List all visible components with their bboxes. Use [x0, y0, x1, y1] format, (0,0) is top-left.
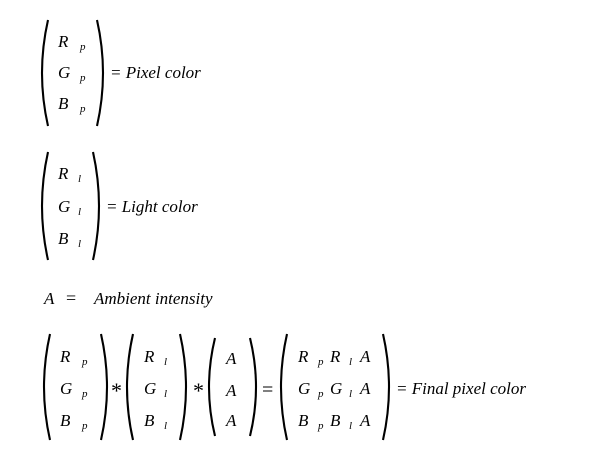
- pa-g: G: [60, 379, 73, 398]
- pb-g-sub: l: [164, 388, 168, 400]
- pa-r-sub: p: [82, 356, 88, 368]
- pa-r: R: [60, 347, 71, 366]
- pd-g-x: G: [298, 379, 311, 398]
- product-a-right-paren: [99, 333, 109, 441]
- product-b-right-paren: [178, 333, 188, 441]
- pb-b-sub: l: [164, 420, 168, 432]
- pd-r-x: R: [298, 347, 309, 366]
- pd-b-sub2: l: [349, 420, 353, 432]
- pd-r-y: R: [330, 347, 341, 366]
- product-a-left-paren: [42, 333, 52, 441]
- pc-a1: A: [226, 349, 237, 368]
- pc-a3: A: [226, 411, 237, 430]
- pd-r-sub1: p: [318, 356, 324, 368]
- product-equals: =: [262, 379, 274, 401]
- pd-g-sub1: p: [318, 388, 324, 400]
- pd-b-y: B: [330, 411, 341, 430]
- product-b-left-paren: [125, 333, 135, 441]
- pa-b: B: [60, 411, 71, 430]
- pb-g: G: [144, 379, 157, 398]
- pa-b-sub: p: [82, 420, 88, 432]
- pd-g-sub2: l: [349, 388, 353, 400]
- product-d-left-paren: [279, 333, 289, 441]
- pa-g-sub: p: [82, 388, 88, 400]
- product-c-left-paren: [207, 337, 217, 437]
- pd-g-y: G: [330, 379, 343, 398]
- product-c-right-paren: [248, 337, 258, 437]
- product-label: = Final pixel color: [396, 379, 526, 398]
- pb-r-sub: l: [164, 356, 168, 368]
- pd-b-x: B: [298, 411, 309, 430]
- product-d-right-paren: [381, 333, 391, 441]
- pc-a2: A: [226, 381, 237, 400]
- times-2: *: [193, 378, 204, 403]
- pd-b-z: A: [360, 411, 371, 430]
- pb-r: R: [144, 347, 155, 366]
- pb-b: B: [144, 411, 155, 430]
- pd-g-z: A: [360, 379, 371, 398]
- pd-r-sub2: l: [349, 356, 353, 368]
- pd-b-sub1: p: [318, 420, 324, 432]
- equation-set: R p G p B p = Pixel color R l G l B l = …: [0, 0, 612, 464]
- times-1: *: [111, 378, 122, 403]
- pd-r-z: A: [360, 347, 371, 366]
